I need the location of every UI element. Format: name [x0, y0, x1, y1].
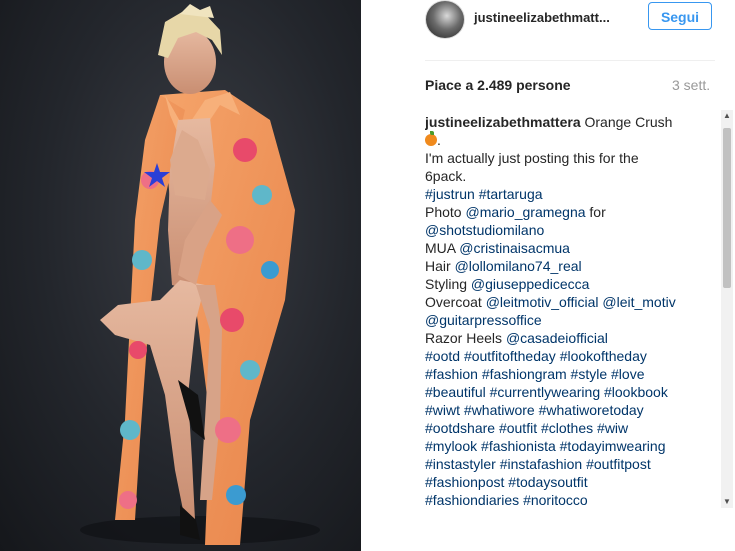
mention-link[interactable]: @giuseppedicecca — [471, 276, 590, 292]
caption-line: I'm actually just posting this for the — [425, 150, 639, 166]
hashtag-link[interactable]: #fashionista — [481, 438, 556, 454]
caption-line: #fashionpost #todaysoutfit — [425, 473, 715, 491]
tangerine-emoji-icon — [425, 131, 437, 146]
post-photo[interactable] — [0, 0, 361, 551]
hashtag-link[interactable]: #love — [611, 366, 644, 382]
hashtag-link[interactable]: #outfitoftheday — [464, 348, 556, 364]
caption-line: Razor Heels @casadeiofficial — [425, 330, 608, 346]
hashtag-link[interactable]: #clothes — [541, 420, 593, 436]
caption-line: #fashiondiaries #noritocco — [425, 491, 715, 508]
caption-line: @shotstudiomilano — [425, 221, 715, 239]
caption-line: Hair @lollomilano74_real — [425, 258, 582, 274]
caption-line: Styling @giuseppedicecca — [425, 276, 590, 292]
follow-button[interactable]: Segui — [648, 2, 712, 30]
hashtag-link[interactable]: #wiw — [597, 420, 628, 436]
post-timestamp[interactable]: 3 sett. — [672, 77, 710, 93]
hashtag-link[interactable]: #fashiongram — [482, 366, 567, 382]
hashtag-link[interactable]: #fashionpost — [425, 474, 504, 490]
caption-line: #fashion #fashiongram #style #love — [425, 365, 715, 383]
caption-line: #justrun #tartaruga — [425, 185, 715, 203]
mention-link[interactable]: @lollomilano74_real — [455, 258, 582, 274]
likes-count[interactable]: Piace a 2.489 persone — [425, 77, 571, 93]
hashtag-link[interactable]: #instastyler — [425, 456, 496, 472]
hashtag-link[interactable]: #outfitpost — [586, 456, 651, 472]
hashtag-link[interactable]: #lookbook — [604, 384, 668, 400]
caption-emoji-line: . — [425, 131, 715, 149]
hashtag-link[interactable]: #tartaruga — [479, 186, 543, 202]
caption-line: #wiwt #whatiwore #whatiworetoday — [425, 401, 715, 419]
caption-line: #beautiful #currentlywearing #lookbook — [425, 383, 715, 401]
hashtag-link[interactable]: #whatiwore — [464, 402, 535, 418]
caption-line: Overcoat @leitmotiv_official @leit_motiv — [425, 294, 676, 310]
hashtag-link[interactable]: #fashiondiaries — [425, 492, 519, 508]
mention-link[interactable]: @shotstudiomilano — [425, 222, 544, 238]
hashtag-link[interactable]: #mylook — [425, 438, 477, 454]
hashtag-link[interactable]: #instafashion — [500, 456, 583, 472]
mention-link[interactable]: @leitmotiv_official — [486, 294, 599, 310]
post-photo-illustration — [80, 4, 320, 545]
caption-author-link[interactable]: justineelizabethmattera — [425, 114, 581, 130]
mention-link[interactable]: @guitarpressoffice — [425, 312, 542, 328]
caption-title: Orange Crush — [584, 114, 673, 130]
hashtag-link[interactable]: #todaysoutfit — [508, 474, 587, 490]
caption-scrollbar[interactable]: ▲ ▼ — [721, 110, 733, 508]
hashtag-link[interactable]: #noritocco — [523, 492, 588, 508]
hashtag-link[interactable]: #whatiworetoday — [539, 402, 644, 418]
avatar[interactable] — [425, 0, 465, 39]
post-header: justineelizabethmatt... Segui — [361, 0, 735, 40]
mention-link[interactable]: @mario_gramegna — [465, 204, 585, 220]
scroll-down-arrow-icon[interactable]: ▼ — [721, 496, 733, 508]
hashtag-link[interactable]: #ootd — [425, 348, 460, 364]
caption-line: Photo @mario_gramegna for — [425, 204, 606, 220]
mention-link[interactable]: @cristinaisacmua — [459, 240, 570, 256]
scroll-up-arrow-icon[interactable]: ▲ — [721, 110, 733, 122]
caption-line: @guitarpressoffice — [425, 311, 715, 329]
caption-line: #instastyler #instafashion #outfitpost — [425, 455, 715, 473]
hashtag-link[interactable]: #style — [571, 366, 608, 382]
post-details-panel: justineelizabethmatt... Segui Piace a 2.… — [361, 0, 735, 551]
hashtag-link[interactable]: #ootdshare — [425, 420, 495, 436]
caption-line: #ootdshare #outfit #clothes #wiw — [425, 419, 715, 437]
caption-line: #mylook #fashionista #todayimwearing — [425, 437, 715, 455]
caption-line: 6pack. — [425, 168, 467, 184]
hashtag-link[interactable]: #fashion — [425, 366, 478, 382]
hashtag-link[interactable]: #beautiful — [425, 384, 486, 400]
header-divider — [425, 60, 715, 61]
caption-line: #ootd #outfitoftheday #lookoftheday — [425, 347, 715, 365]
username-link[interactable]: justineelizabethmatt... — [474, 10, 610, 25]
hashtag-link[interactable]: #currentlywearing — [490, 384, 601, 400]
caption-lines: I'm actually just posting this for the 6p… — [425, 149, 715, 508]
hashtag-link[interactable]: #todayimwearing — [560, 438, 666, 454]
caption: justineelizabethmattera Orange Crush . I… — [425, 113, 715, 508]
caption-line: MUA @cristinaisacmua — [425, 240, 570, 256]
mention-link[interactable]: @leit_motiv — [602, 294, 675, 310]
hashtag-link[interactable]: #lookoftheday — [560, 348, 647, 364]
hashtag-link[interactable]: #wiwt — [425, 402, 460, 418]
hashtag-link[interactable]: #outfit — [499, 420, 537, 436]
caption-header-line: justineelizabethmattera Orange Crush — [425, 113, 715, 131]
mention-link[interactable]: @casadeiofficial — [506, 330, 608, 346]
scrollbar-thumb[interactable] — [723, 128, 731, 288]
hashtag-link[interactable]: #justrun — [425, 186, 475, 202]
